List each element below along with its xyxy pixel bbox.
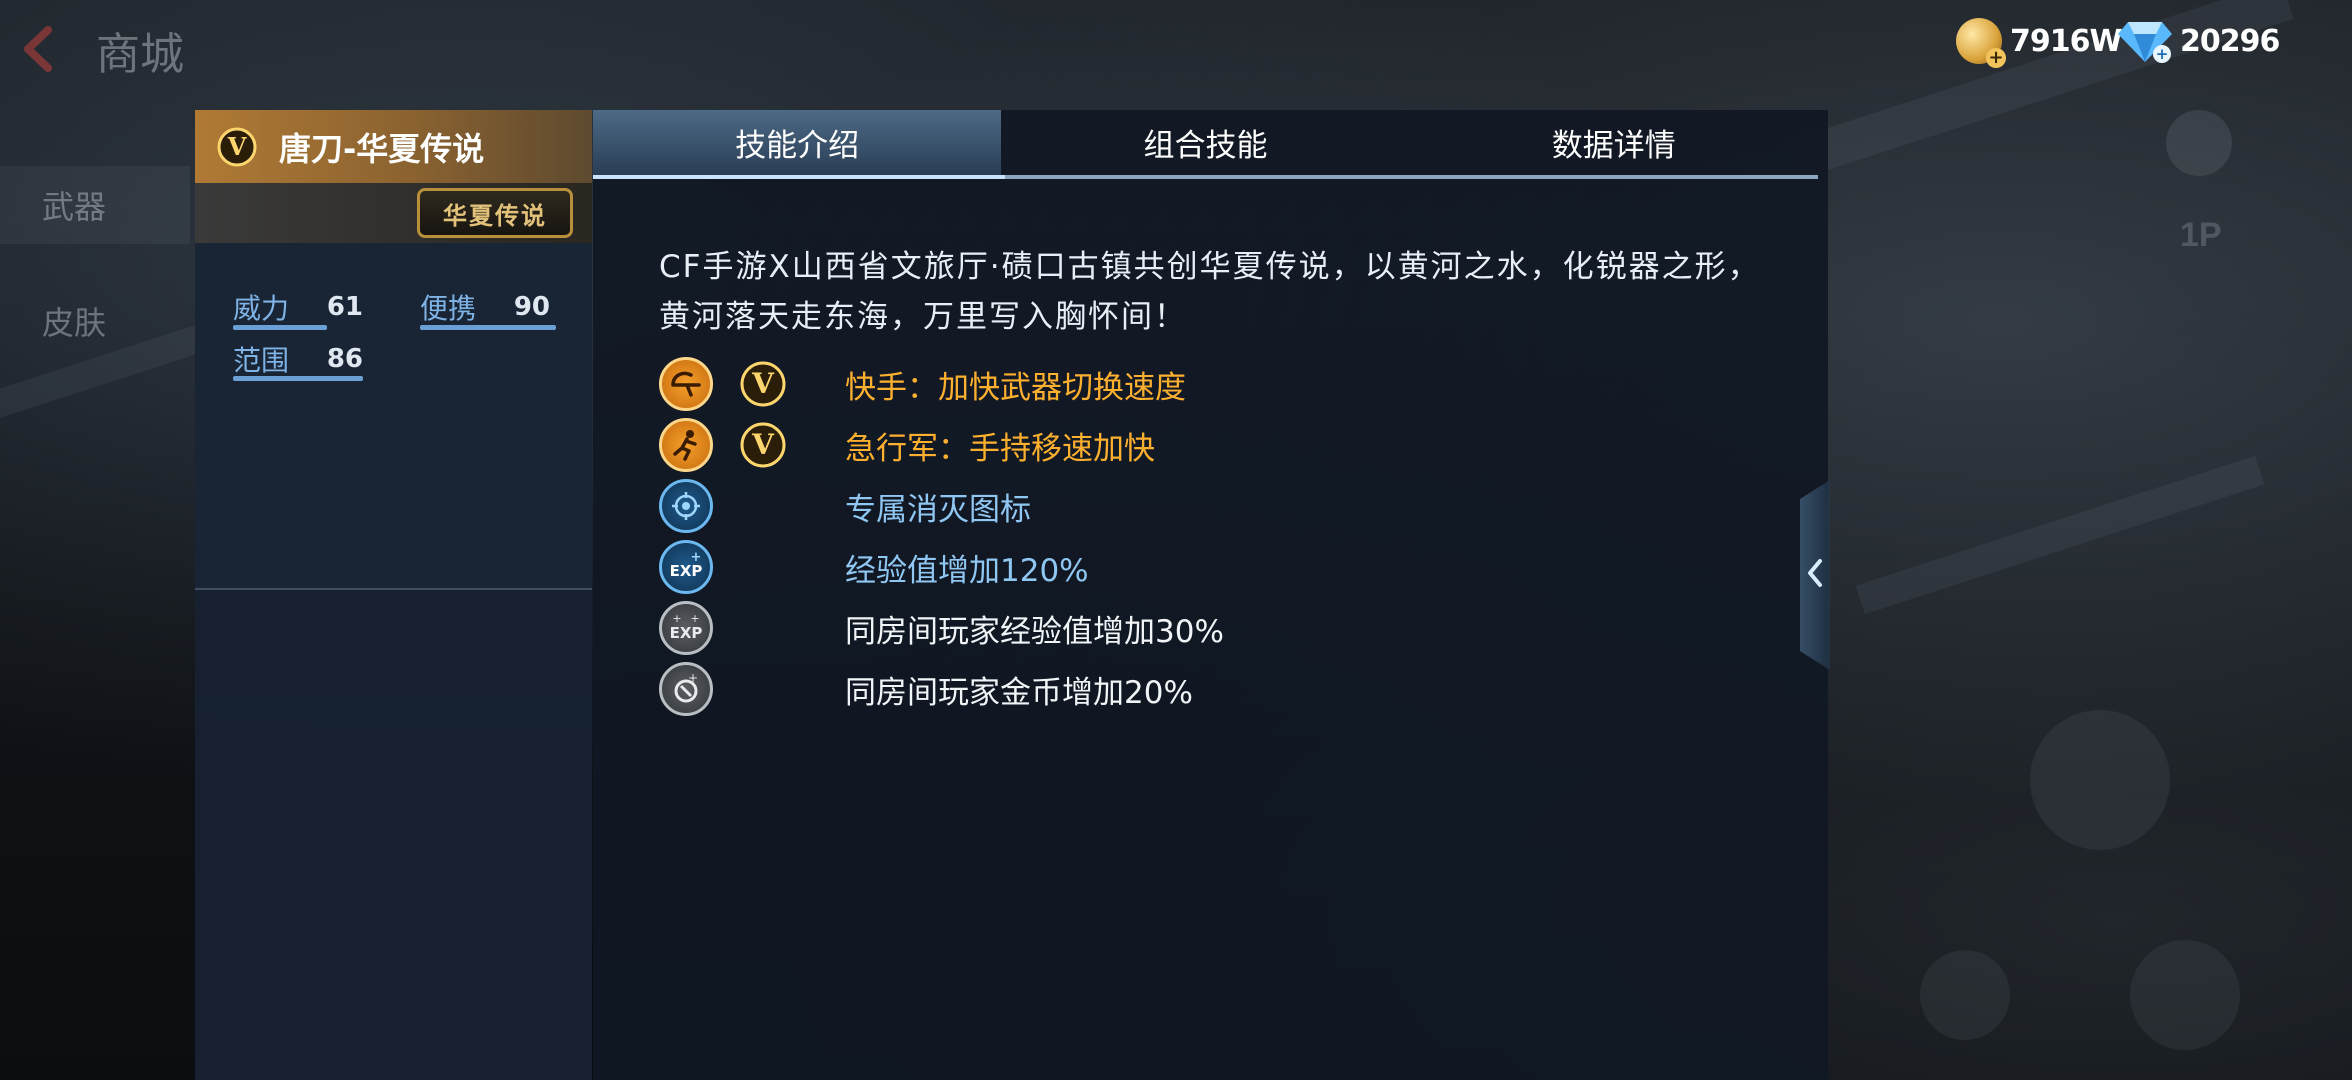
quick-hand-icon	[659, 357, 713, 411]
gold-value: 7916W	[2010, 23, 2123, 59]
stat-power: 威力 61	[233, 287, 363, 327]
skill-item: + 同房间玩家金币增加20%	[659, 661, 1193, 717]
gold-currency[interactable]: + 7916W	[1956, 16, 2123, 68]
back-button[interactable]	[14, 24, 64, 74]
svg-text:EXP: EXP	[670, 624, 703, 642]
team-exp-icon: EXP + +	[659, 601, 713, 655]
team-coin-icon: +	[659, 662, 713, 716]
diamond-icon: +	[2118, 18, 2172, 64]
skill-label: 急行军：手持移速加快	[845, 430, 1155, 467]
vip-badge-icon: V	[217, 127, 257, 166]
skill-item: V 快手：加快武器切换速度	[659, 356, 1186, 412]
gold-coin-icon: +	[1956, 18, 2006, 68]
tab-underline	[593, 175, 1818, 179]
stat-label: 便携	[420, 292, 477, 325]
stat-bar	[233, 376, 363, 381]
stat-portability: 便携 90	[420, 287, 550, 327]
nav-item-label: 武器	[42, 188, 107, 226]
running-man-icon	[659, 418, 713, 472]
stat-value: 86	[326, 344, 363, 374]
emblem-row: 华夏传说	[195, 183, 592, 243]
tab-data-details[interactable]: 数据详情	[1410, 110, 1818, 175]
stat-label: 范围	[233, 344, 290, 377]
emblem-badge: 华夏传说	[417, 188, 573, 238]
skill-item: EXP + 经验值增加120%	[659, 539, 1089, 595]
page-title: 商城	[96, 29, 184, 80]
weapon-description: CF手游X山西省文旅厅·碛口古镇共创华夏传说，以黄河之水，化锐器之形，黄河落天走…	[659, 249, 1761, 335]
kill-icon	[659, 479, 713, 533]
svg-text:+: +	[672, 612, 681, 625]
background-scope-button	[2030, 710, 2170, 850]
background-view-button	[2130, 940, 2240, 1050]
tab-bar: 技能介绍 组合技能 数据详情	[593, 110, 1818, 175]
svg-text:V: V	[227, 132, 247, 161]
weapon-name: 唐刀-华夏传说	[279, 129, 485, 168]
skill-item: 专属消灭图标	[659, 478, 1031, 534]
exp-icon: EXP +	[659, 540, 713, 594]
background-switch-button	[1920, 950, 2010, 1040]
skill-label: 专属消灭图标	[845, 491, 1031, 528]
tab-combo-skills[interactable]: 组合技能	[1001, 110, 1409, 175]
svg-text:V: V	[751, 367, 775, 400]
background-1p-label: 1P	[2180, 216, 2222, 254]
background-dpad-icon	[2166, 110, 2232, 176]
diamond-currency[interactable]: + 20296	[2118, 16, 2280, 66]
diamond-value: 20296	[2180, 23, 2280, 59]
stat-value: 90	[513, 292, 550, 322]
chevron-left-icon	[1808, 559, 1822, 587]
stat-bar	[233, 325, 327, 330]
stat-range: 范围 86	[233, 339, 363, 379]
skill-label: 同房间玩家金币增加20%	[845, 674, 1193, 711]
svg-text:V: V	[751, 428, 775, 461]
weapon-preview-area	[195, 590, 592, 1080]
svg-text:+: +	[688, 672, 698, 685]
chevron-left-icon	[24, 26, 52, 72]
svg-text:+: +	[691, 550, 702, 565]
skill-label: 快手：加快武器切换速度	[845, 369, 1186, 406]
stat-value: 61	[326, 292, 363, 322]
skill-label: 经验值增加120%	[845, 552, 1089, 589]
nav-item-weapons[interactable]: 武器	[0, 166, 190, 244]
collapse-panel-button[interactable]	[1800, 480, 1830, 670]
stat-bar	[420, 325, 556, 330]
vip-badge-icon: V	[740, 422, 786, 468]
skill-item: EXP + + 同房间玩家经验值增加30%	[659, 600, 1224, 656]
nav-item-skins[interactable]: 皮肤	[0, 282, 190, 360]
svg-text:+: +	[690, 612, 699, 625]
weapon-info-panel: V 唐刀-华夏传说 华夏传说 威力 61 便携 90 范围 86	[195, 110, 592, 1080]
stat-label: 威力	[233, 292, 290, 325]
vip-badge-icon: V	[740, 361, 786, 407]
tab-skill-intro[interactable]: 技能介绍	[593, 110, 1002, 175]
weapon-header: V 唐刀-华夏传说	[195, 110, 592, 183]
skill-label: 同房间玩家经验值增加30%	[845, 613, 1224, 650]
skills-panel: 技能介绍 组合技能 数据详情 CF手游X山西省文旅厅·碛口古镇共创华夏传说，以黄…	[593, 110, 1828, 1080]
svg-text:+: +	[2156, 45, 2169, 63]
skill-item: V 急行军：手持移速加快	[659, 417, 1155, 473]
nav-item-label: 皮肤	[42, 304, 107, 342]
background-beam	[1855, 455, 2265, 615]
